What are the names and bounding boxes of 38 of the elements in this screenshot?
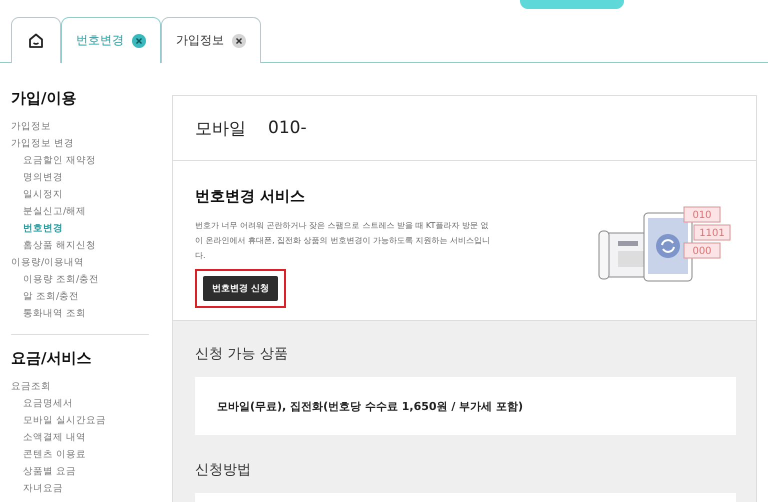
nav-item[interactable]: 명의변경 xyxy=(11,169,150,186)
nav-item[interactable]: 분실신고/해제 xyxy=(11,203,150,220)
sidebar-heading: 요금/서비스 xyxy=(11,349,92,368)
close-icon[interactable] xyxy=(132,34,146,48)
nav-item[interactable]: 가입정보 변경 xyxy=(11,135,150,152)
tab-label[interactable]: 가입정보 xyxy=(176,32,224,49)
phone-change-drawing: 010 1101 000 xyxy=(596,205,736,285)
home-tab[interactable] xyxy=(11,17,61,63)
close-icon[interactable] xyxy=(232,34,246,48)
nav-item[interactable]: 이용량/이용내역 xyxy=(11,254,150,271)
nav-item[interactable]: 콘텐츠 이용료 xyxy=(11,446,150,463)
nav-item[interactable]: 가입정보 xyxy=(11,118,150,135)
nav-item[interactable]: 요금명세서 xyxy=(11,395,150,412)
nav-item[interactable]: 상품별 요금 xyxy=(11,463,150,480)
nav-item[interactable]: 소액결제 내역 xyxy=(11,429,150,446)
sidebar-heading: 가입/이용 xyxy=(11,89,78,108)
info-text: 모바일(무료), 집전화(번호당 수수료 1,650원 / 부가세 포함) xyxy=(217,398,524,414)
nav-item[interactable]: 일시정지 xyxy=(11,186,150,203)
service-description: 번호가 너무 어려워 곤란하거나 잦은 스팸으로 스트레스 받을 때 KT플라자 방문 없이 온라인에서 휴대폰, 집전화 상품의 번호변경이 가능하도록 지원하는 서비스입니다. xyxy=(195,220,491,262)
section-title: 신청 가능 상품 xyxy=(195,345,289,363)
home-icon xyxy=(27,32,45,50)
tab[interactable]: 번호변경 xyxy=(61,17,161,63)
tab-label[interactable]: 번호변경 xyxy=(76,32,124,49)
line-label: 모바일 xyxy=(195,118,246,140)
apply-button[interactable]: 번호변경 신청 xyxy=(203,276,278,301)
nav-item[interactable]: 모바일 실시간요금 xyxy=(11,412,150,429)
nav-item[interactable]: 이용량 조회/충전 xyxy=(11,271,150,288)
section-title: 신청방법 xyxy=(195,461,252,479)
service-title: 번호변경 서비스 xyxy=(195,187,306,206)
nav-item[interactable]: 통화내역 조회 xyxy=(11,305,150,322)
nav-item[interactable]: 알 조회/충전 xyxy=(11,288,150,305)
nav-item[interactable]: 번호변경 xyxy=(11,220,150,237)
nav-item[interactable]: 자녀요금 xyxy=(11,480,150,497)
nav-item[interactable]: 홈상품 해지신청 xyxy=(11,237,150,254)
nav-item[interactable]: 요금할인 재약정 xyxy=(11,152,150,169)
nav-item[interactable]: 요금조회 xyxy=(11,378,150,395)
tab[interactable]: 가입정보 xyxy=(161,17,261,63)
phone-number: 010- xyxy=(268,118,307,138)
